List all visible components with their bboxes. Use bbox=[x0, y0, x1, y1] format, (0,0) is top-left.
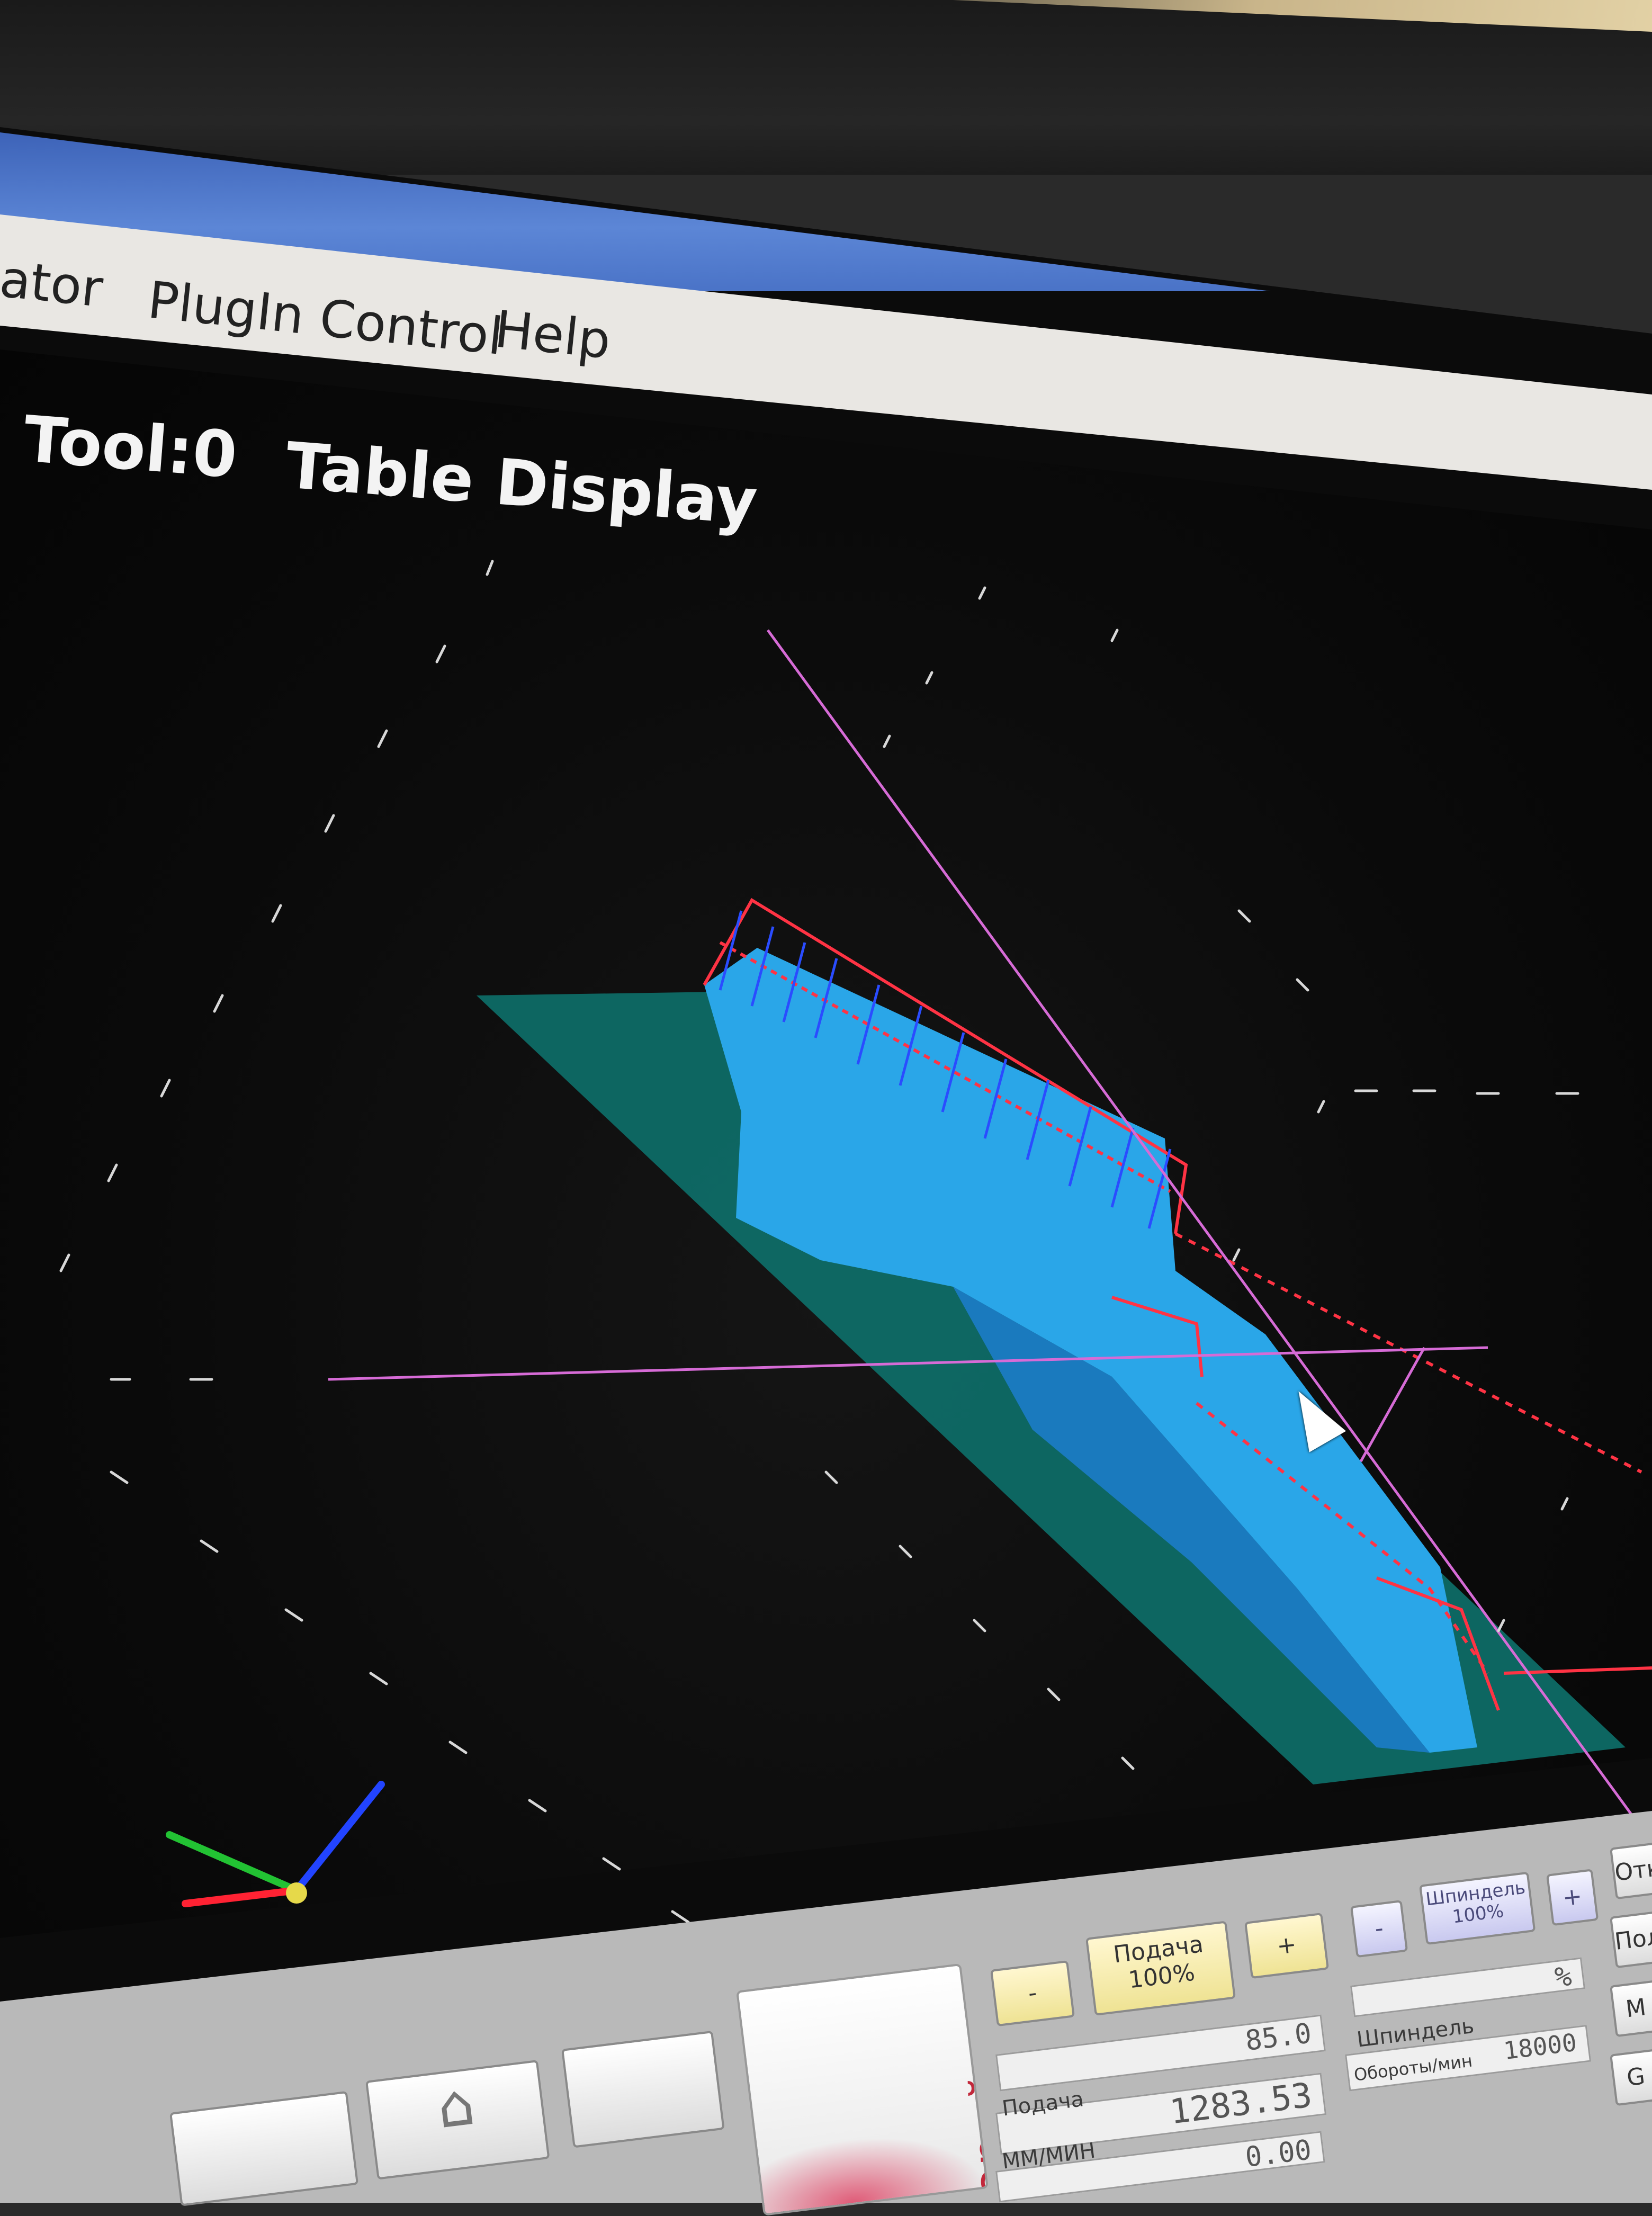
plus-label: + bbox=[1275, 1931, 1298, 1960]
feed-plus-button[interactable]: + bbox=[1244, 1912, 1330, 1979]
axis-y-icon bbox=[166, 1831, 300, 1894]
home-button[interactable]: ⌂ bbox=[365, 2060, 550, 2180]
side-button-3[interactable]: G bbox=[1610, 2049, 1652, 2106]
spindle-minus-button[interactable]: - bbox=[1350, 1900, 1408, 1958]
axis-z-icon bbox=[293, 1781, 385, 1894]
axis-gizmo bbox=[166, 1781, 385, 1907]
axis-x-icon bbox=[182, 1887, 300, 1907]
minus-label: - bbox=[1026, 1979, 1038, 2007]
side-button-1[interactable]: Пол bbox=[1610, 1911, 1652, 1969]
home-icon: ⌂ bbox=[433, 2069, 479, 2142]
percent-label: % bbox=[1553, 1960, 1574, 1994]
side-button-2[interactable]: M bbox=[1610, 1980, 1652, 2038]
spindle-plus-label: + bbox=[1561, 1882, 1584, 1912]
spindle-minus-label: - bbox=[1373, 1914, 1385, 1943]
rpm-value: 18000 bbox=[1502, 2027, 1578, 2066]
panel-button-3[interactable] bbox=[561, 2030, 725, 2148]
emergency-stop-button[interactable]: Аварийный Стоп bbox=[736, 1963, 989, 2216]
side-button-0[interactable]: Отк bbox=[1610, 1842, 1652, 1900]
spindle-plus-button[interactable]: + bbox=[1546, 1869, 1599, 1926]
feed-minus-button[interactable]: - bbox=[990, 1960, 1075, 2027]
